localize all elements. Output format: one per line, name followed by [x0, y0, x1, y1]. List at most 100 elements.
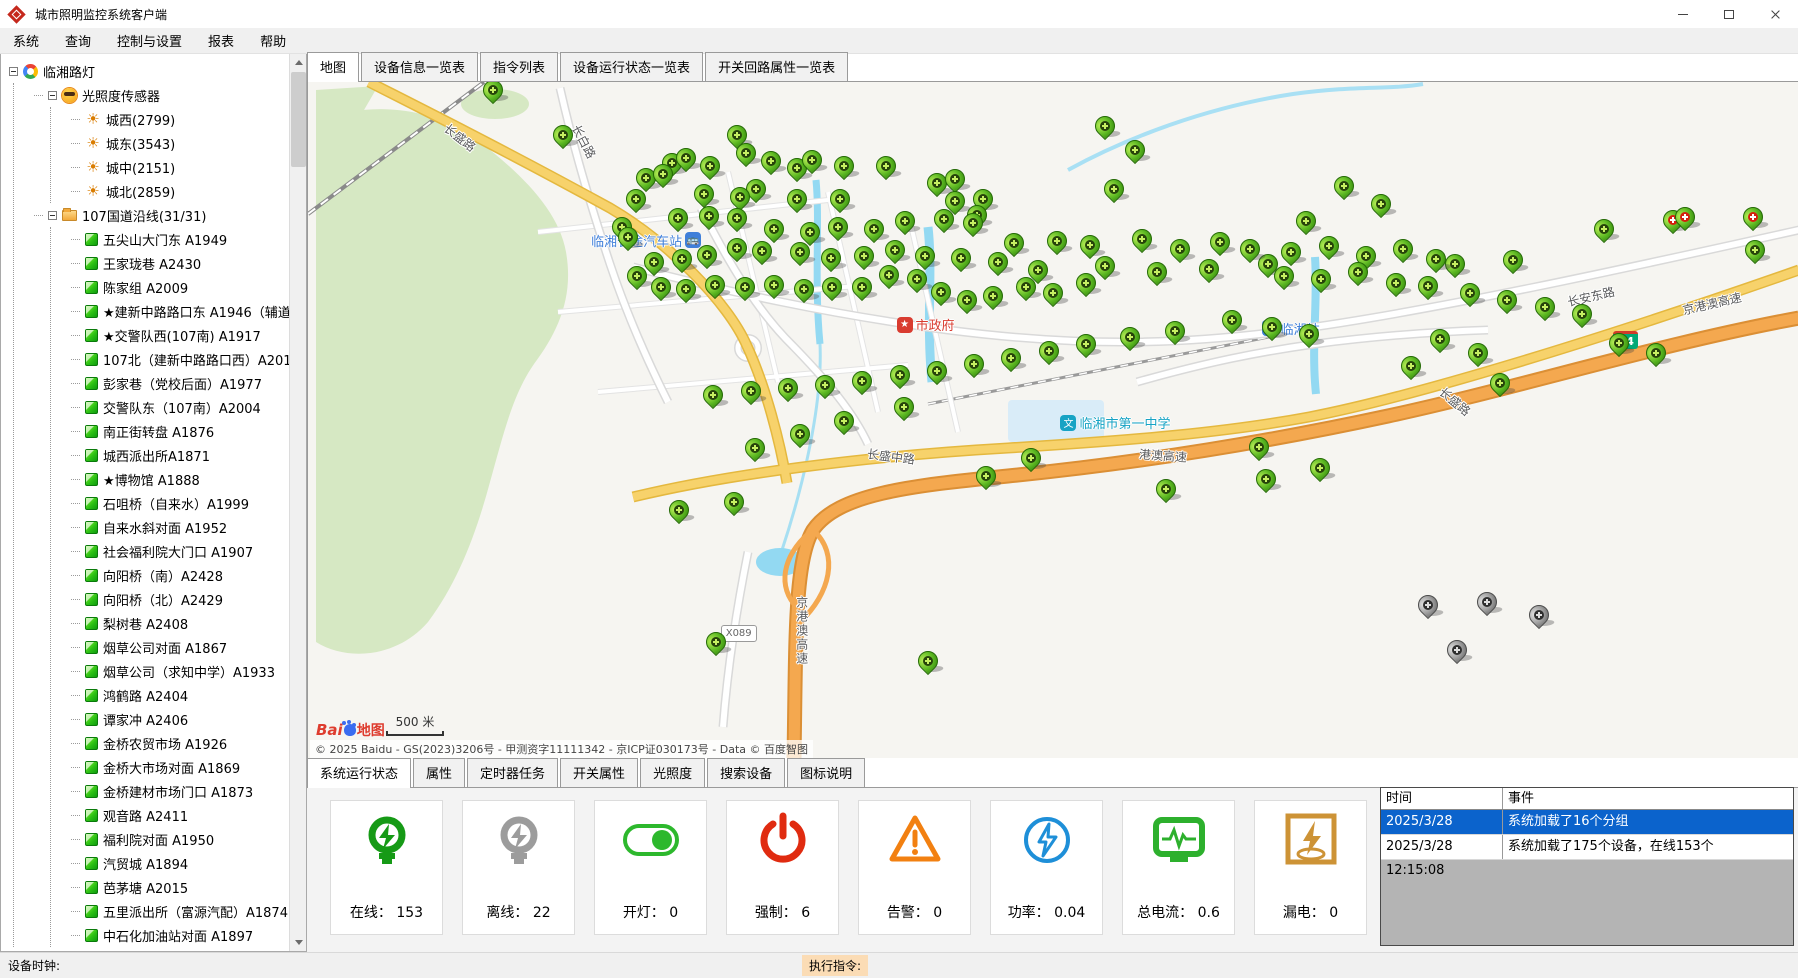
tree-device-item-19[interactable]: 鸿鹤路 A2404: [71, 683, 289, 707]
panel-tab-5[interactable]: 搜索设备: [707, 758, 785, 787]
tree-device-item-5[interactable]: 107北（建新中路路口西）A2014: [71, 347, 289, 371]
map-tab-1[interactable]: 设备信息一览表: [361, 52, 478, 81]
pin-plus-icon: [681, 153, 691, 163]
panel-tab-2[interactable]: 定时器任务: [467, 758, 558, 787]
minimize-button[interactable]: [1660, 0, 1706, 28]
tree-connector: [71, 743, 80, 744]
tree-device-item-2[interactable]: 陈家组 A2009: [71, 275, 289, 299]
pin-plus-icon: [988, 291, 998, 301]
collapse-toggle-icon[interactable]: [48, 91, 57, 100]
tree-device-item-22[interactable]: 金桥大市场对面 A1869: [71, 755, 289, 779]
tree-connector: [71, 527, 80, 528]
device-lamp-icon: [85, 473, 98, 486]
status-card-value: 22: [533, 905, 551, 921]
device-lamp-icon: [85, 857, 98, 870]
panel-tab-3[interactable]: 开关属性: [560, 758, 638, 787]
tree-device-item-21[interactable]: 金桥农贸市场 A1926: [71, 731, 289, 755]
scroll-down-button[interactable]: [290, 934, 307, 951]
device-clock-label: 设备时钟:: [8, 957, 60, 974]
bus-icon: 🚌: [685, 232, 701, 248]
tree-device-item-18[interactable]: 烟草公司（求知中学）A1933: [71, 659, 289, 683]
tree-device-item-12[interactable]: 自来水斜对面 A1952: [71, 515, 289, 539]
tree-device-item-3[interactable]: ★建新中路路口东 A1946（辅道灯）: [71, 299, 289, 323]
panel-tab-0[interactable]: 系统运行状态: [307, 758, 411, 788]
device-lamp-icon: [85, 569, 98, 582]
tree-device-item-8[interactable]: 南正街转盘 A1876: [71, 419, 289, 443]
tree-scrollbar[interactable]: [289, 54, 306, 951]
menu-item-0[interactable]: 系统: [0, 27, 52, 54]
baidu-logo-text: Bai: [316, 721, 343, 739]
pin-plus-icon: [900, 216, 910, 226]
tree-device-item-28[interactable]: 五里派出所（富源汽配）A1874: [71, 899, 289, 923]
status-card-1: 离线： 22: [462, 800, 575, 935]
tree-device-item-9[interactable]: 城西派出所A1871: [71, 443, 289, 467]
tree-device-item-26[interactable]: 汽贸城 A1894: [71, 851, 289, 875]
tree-item-label: 福利院对面 A1950: [103, 830, 214, 849]
tree-device-item-27[interactable]: 芭茅塘 A2015: [71, 875, 289, 899]
tree-sensor-item-0[interactable]: ☀城西(2799): [71, 107, 289, 131]
tree-sensor-item-3[interactable]: ☀城北(2859): [71, 179, 289, 203]
tree-device-item-4[interactable]: ★交警队西(107南) A1917: [71, 323, 289, 347]
tree-device-item-20[interactable]: 谭家冲 A2406: [71, 707, 289, 731]
status-card-text-0: 在线： 153: [350, 902, 423, 922]
tree-device-item-23[interactable]: 金桥建材市场门口 A1873: [71, 779, 289, 803]
maximize-button[interactable]: [1706, 0, 1752, 28]
map-tab-4[interactable]: 开关回路属性一览表: [705, 52, 848, 81]
event-row-0[interactable]: 2025/3/28 12:15:08系统加载了16个分组: [1381, 810, 1793, 835]
tree-root-node[interactable]: 临湘路灯: [9, 59, 289, 83]
event-row-1[interactable]: 2025/3/28 12:15:08系统加载了175个设备，在线153个: [1381, 835, 1793, 860]
menu-item-1[interactable]: 查询: [52, 27, 104, 54]
tree-device-item-13[interactable]: 社会福利院大门口 A1907: [71, 539, 289, 563]
menu-item-3[interactable]: 报表: [195, 27, 247, 54]
tree-device-item-25[interactable]: 福利院对面 A1950: [71, 827, 289, 851]
map-view[interactable]: 长盛路长白路长安东路长盛路长盛中路港澳高速京港澳高速京港澳高速临湘长途汽车站🚌★…: [307, 82, 1798, 758]
tree-group-light-sensors[interactable]: 光照度传感器: [34, 83, 289, 107]
pin-plus-icon: [769, 224, 779, 234]
pin-plus-icon: [704, 211, 714, 221]
tree-group-road-107[interactable]: 107国道沿线(31/31): [34, 203, 289, 227]
tree-device-item-24[interactable]: 观音路 A2411: [71, 803, 289, 827]
tree-device-item-29[interactable]: 中石化加油站对面 A1897: [71, 923, 289, 947]
tree-device-item-10[interactable]: ★博物馆 A1888: [71, 467, 289, 491]
pin-plus-icon: [1044, 346, 1054, 356]
panel-tab-6[interactable]: 图标说明: [787, 758, 865, 787]
tree-device-item-1[interactable]: 王家珑巷 A2430: [71, 251, 289, 275]
map-tab-2[interactable]: 指令列表: [480, 52, 558, 81]
tree-device-item-16[interactable]: 梨树巷 A2408: [71, 611, 289, 635]
panel-tab-4[interactable]: 光照度: [640, 758, 705, 787]
poi-label-1[interactable]: ★市政府: [897, 315, 955, 334]
map-tab-3[interactable]: 设备运行状态一览表: [560, 52, 703, 81]
collapse-toggle-icon[interactable]: [9, 67, 18, 76]
pin-plus-icon: [857, 376, 867, 386]
tree-device-item-15[interactable]: 向阳桥（北）A2429: [71, 587, 289, 611]
pin-plus-icon: [795, 429, 805, 439]
scrollbar-thumb[interactable]: [291, 72, 306, 167]
road-label-3: 长盛路: [1436, 383, 1475, 419]
pin-plus-icon: [912, 274, 922, 284]
tree-item-label: 向阳桥（北）A2429: [103, 590, 223, 609]
tree-sensor-item-1[interactable]: ☀城东(3543): [71, 131, 289, 155]
panel-tab-1[interactable]: 属性: [413, 758, 465, 787]
tree-device-item-6[interactable]: 彭家巷（党校后面）A1977: [71, 371, 289, 395]
tree-device-item-14[interactable]: 向阳桥（南）A2428: [71, 563, 289, 587]
menu-item-4[interactable]: 帮助: [247, 27, 299, 54]
tree-device-item-7[interactable]: 交警队东（107南）A2004: [71, 395, 289, 419]
tree-device-item-0[interactable]: 五尖山大门东 A1949: [71, 227, 289, 251]
poi-label-3[interactable]: 文临湘市第一中学: [1060, 413, 1170, 432]
status-card-value: 0: [669, 905, 678, 921]
tree-connector: [71, 479, 80, 480]
pin-plus-icon: [1495, 378, 1505, 388]
status-card-value: 0: [933, 905, 942, 921]
menu-item-2[interactable]: 控制与设置: [104, 27, 195, 54]
close-button[interactable]: [1752, 0, 1798, 28]
device-lamp-icon: [85, 785, 98, 798]
tree-device-item-17[interactable]: 烟草公司对面 A1867: [71, 635, 289, 659]
tree-device-item-11[interactable]: 石咀桥（自来水）A1999: [71, 491, 289, 515]
poi-label-0[interactable]: 临湘长途汽车站🚌: [591, 231, 701, 250]
scroll-up-button[interactable]: [290, 54, 307, 71]
tree-connector: [71, 311, 80, 312]
collapse-toggle-icon[interactable]: [48, 211, 57, 220]
map-tab-0[interactable]: 地图: [307, 52, 359, 82]
tree-sensor-item-2[interactable]: ☀城中(2151): [71, 155, 289, 179]
tree-item-label: 梨树巷 A2408: [103, 614, 188, 633]
